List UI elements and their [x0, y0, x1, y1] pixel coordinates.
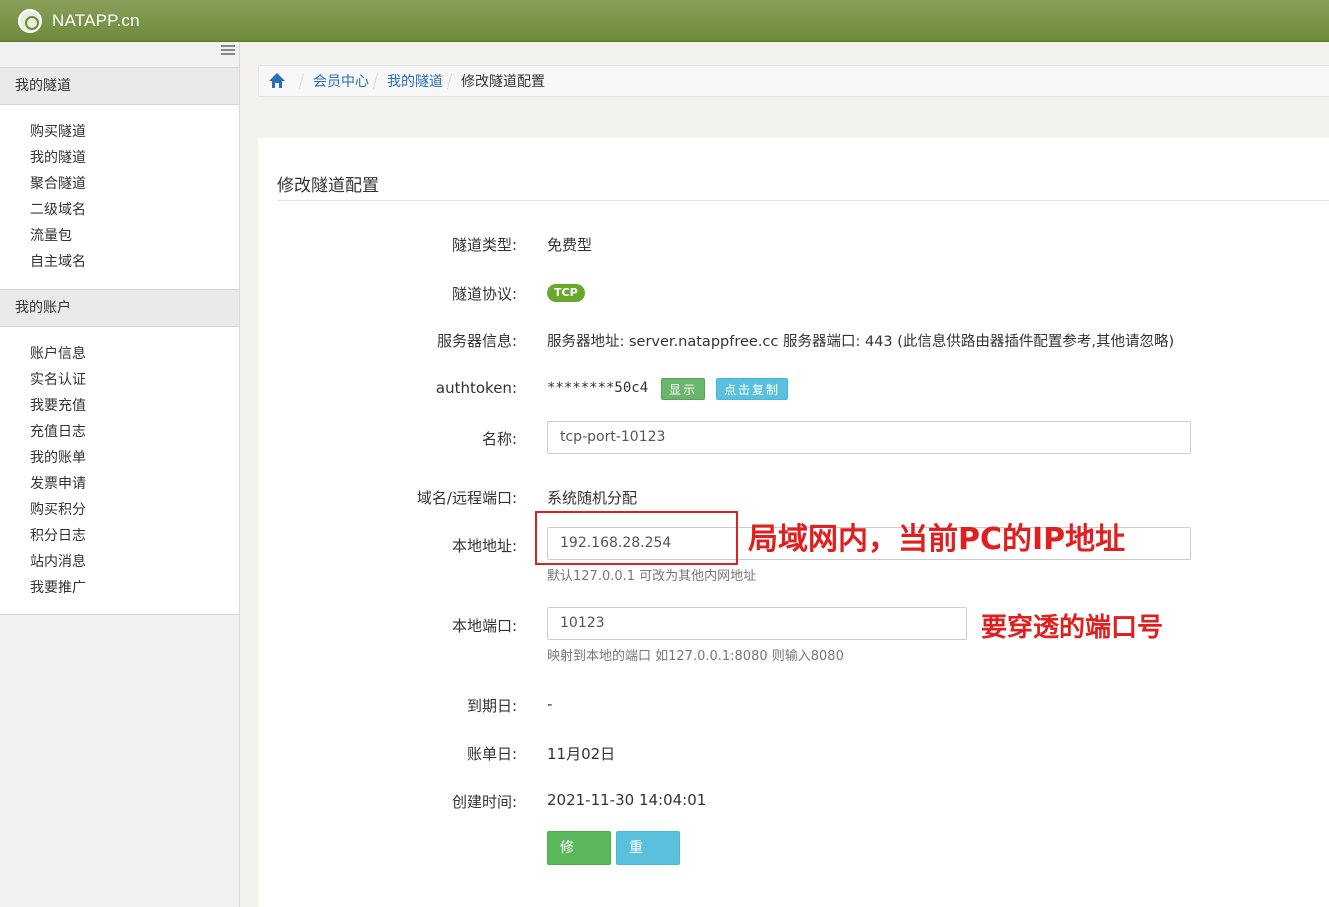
domain-port-label: 域名/远程端口: — [416, 489, 517, 507]
sidebar-item-messages[interactable]: 站内消息 — [0, 549, 239, 575]
sidebar-item-buy-points[interactable]: 购买积分 — [0, 497, 239, 523]
sidebar-item-my-bills[interactable]: 我的账单 — [0, 445, 239, 471]
sidebar-collapse-icon[interactable] — [221, 45, 235, 55]
local-port-help: 映射到本地的端口 如127.0.0.1:8080 则输入8080 — [547, 649, 844, 664]
authtoken-value: ********50c4 — [547, 380, 649, 396]
sidebar-item-points-log[interactable]: 积分日志 — [0, 523, 239, 549]
reset-button[interactable]: 重置 — [616, 831, 680, 888]
sidebar-tunnel-list: 购买隧道 我的隧道 聚合隧道 二级域名 流量包 自主域名 — [0, 105, 239, 289]
divider — [277, 200, 1329, 201]
highlight-box — [535, 511, 738, 565]
top-navbar: NATAPP.cn — [0, 0, 1329, 42]
breadcrumb-member-center[interactable]: 会员中心 — [313, 71, 369, 91]
sidebar-item-subdomain[interactable]: 二级域名 — [0, 197, 239, 223]
breadcrumb-my-tunnels[interactable]: 我的隧道 — [387, 71, 443, 91]
domain-port-value: 系统随机分配 — [547, 489, 638, 507]
sidebar-item-recharge-log[interactable]: 充值日志 — [0, 419, 239, 445]
submit-button[interactable]: 修改 — [547, 831, 611, 888]
sidebar-item-verification[interactable]: 实名认证 — [0, 367, 239, 393]
local-port-label: 本地端口: — [451, 617, 517, 635]
name-input[interactable]: tcp-port-10123 — [547, 421, 1191, 454]
sidebar-item-custom-domain[interactable]: 自主域名 — [0, 249, 239, 275]
breadcrumb-separator — [298, 73, 310, 89]
sidebar-item-buy-tunnel[interactable]: 购买隧道 — [0, 119, 239, 145]
local-address-label: 本地地址: — [451, 537, 517, 555]
brand[interactable]: NATAPP.cn — [18, 6, 140, 36]
edit-tunnel-panel: 修改隧道配置 隧道类型: 免费型 隧道协议: TCP 服务器信息: 服务器地址:… — [258, 138, 1329, 907]
server-info-label: 服务器信息: — [436, 332, 517, 350]
breadcrumb-current: 修改隧道配置 — [461, 74, 545, 90]
brand-name: NATAPP.cn — [52, 11, 140, 30]
protocol-badge: TCP — [547, 284, 585, 302]
sidebar-section-account[interactable]: 我的账户 — [0, 289, 239, 327]
logo-icon — [18, 9, 42, 33]
created-time-value: 2021-11-30 14:04:01 — [547, 791, 707, 809]
tunnel-type-label: 隧道类型: — [451, 236, 517, 254]
home-icon[interactable] — [269, 73, 285, 89]
tunnel-type-value: 免费型 — [547, 236, 593, 254]
protocol-label: 隧道协议: — [451, 285, 517, 303]
local-port-annotation: 要穿透的端口号 — [981, 613, 1164, 643]
sidebar-item-invoice[interactable]: 发票申请 — [0, 471, 239, 497]
bill-date-label: 账单日: — [466, 745, 517, 763]
breadcrumb: 会员中心 我的隧道 修改隧道配置 — [258, 65, 1329, 97]
server-info-value: 服务器地址: server.natappfree.cc 服务器端口: 443 (… — [547, 334, 1175, 350]
bill-date-value: 11月02日 — [547, 745, 616, 763]
sidebar: 我的隧道 购买隧道 我的隧道 聚合隧道 二级域名 流量包 自主域名 我的账户 账… — [0, 43, 240, 907]
authtoken-label: authtoken: — [435, 379, 517, 397]
sidebar-item-aggregate-tunnel[interactable]: 聚合隧道 — [0, 171, 239, 197]
sidebar-item-traffic-pack[interactable]: 流量包 — [0, 223, 239, 249]
show-token-button[interactable]: 显示 — [661, 378, 706, 400]
breadcrumb-separator — [446, 73, 458, 89]
local-address-help: 默认127.0.0.1 可改为其他内网地址 — [547, 569, 757, 584]
expire-date-label: 到期日: — [466, 697, 517, 715]
sidebar-item-recharge[interactable]: 我要充值 — [0, 393, 239, 419]
sidebar-account-list: 账户信息 实名认证 我要充值 充值日志 我的账单 发票申请 购买积分 积分日志 … — [0, 327, 239, 615]
copy-token-button[interactable]: 点击复制 — [716, 378, 789, 400]
name-label: 名称: — [481, 430, 517, 448]
page-title: 修改隧道配置 — [277, 176, 379, 196]
sidebar-section-tunnels[interactable]: 我的隧道 — [0, 67, 239, 105]
local-port-input[interactable]: 10123 — [547, 607, 967, 640]
created-time-label: 创建时间: — [451, 793, 517, 811]
breadcrumb-separator — [372, 73, 384, 89]
sidebar-item-my-tunnels[interactable]: 我的隧道 — [0, 145, 239, 171]
expire-date-value: - — [547, 695, 553, 713]
sidebar-item-account-info[interactable]: 账户信息 — [0, 341, 239, 367]
local-address-annotation: 局域网内，当前PC的IP地址 — [748, 522, 1126, 557]
sidebar-item-promotion[interactable]: 我要推广 — [0, 575, 239, 601]
